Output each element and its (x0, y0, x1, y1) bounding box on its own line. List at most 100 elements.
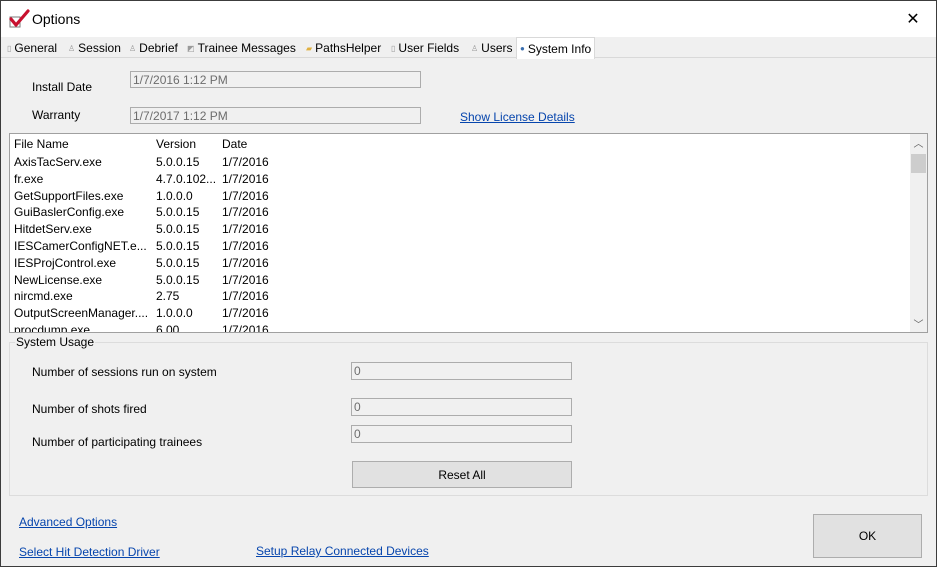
date-cell: 1/7/2016 (222, 205, 269, 220)
version-cell: 2.75 (156, 289, 180, 304)
users-tab-icon: ♙ (471, 43, 479, 53)
trainees-field[interactable]: 0 (351, 425, 572, 443)
tab-user-fields[interactable]: ▯ User Fields (391, 39, 459, 57)
ok-button[interactable]: OK (813, 514, 922, 558)
tab-label: Trainee Messages (197, 41, 296, 55)
trainees-label: Number of participating trainees (32, 435, 203, 449)
tab-general[interactable]: ▯ General (7, 39, 57, 57)
tab-label: Users (481, 41, 513, 55)
file-name-cell: IESProjControl.exe (14, 255, 117, 270)
info-tab-icon: ● (520, 44, 525, 53)
date-cell: 1/7/2016 (222, 255, 269, 270)
table-row[interactable]: NewLicense.exe 5.0.0.15 1/7/2016 (10, 271, 910, 288)
file-name-cell: fr.exe (14, 171, 44, 186)
table-row[interactable]: GuiBaslerConfig.exe 5.0.0.15 1/7/2016 (10, 203, 910, 220)
file-name-cell: HitdetServ.exe (14, 222, 92, 237)
file-name-cell: GuiBaslerConfig.exe (14, 205, 125, 220)
file-name-cell: nircmd.exe (14, 289, 73, 304)
date-cell: 1/7/2016 (222, 272, 269, 287)
window-title: Options (32, 11, 81, 27)
show-license-details-link[interactable]: Show License Details (460, 110, 575, 124)
tab-label: General (14, 41, 58, 55)
folder-tab-icon: ▰ (306, 43, 313, 53)
vertical-scrollbar[interactable]: ︿ ﹀ (910, 134, 927, 332)
warranty-label: Warranty (32, 108, 81, 122)
date-cell: 1/7/2016 (222, 289, 269, 304)
column-header-file-name[interactable]: File Name (14, 137, 69, 151)
close-icon: ✕ (906, 11, 920, 28)
tab-label: Debrief (139, 41, 178, 55)
tab-label: PathsHelper (315, 41, 382, 55)
tab-system-info[interactable]: ● System Info (516, 37, 596, 59)
file-version-list[interactable]: File Name Version Date AxisTacServ.exe 5.… (9, 133, 928, 333)
file-name-cell: AxisTacServ.exe (14, 155, 102, 169)
file-name-cell: OutputScreenManager.... (14, 306, 149, 321)
tab-label: Session (78, 41, 121, 55)
advanced-options-link[interactable]: Advanced Options (19, 515, 117, 529)
tab-strip: ▯ General ♙ Session ♙ Debrief ◩ Trainee … (1, 37, 936, 59)
version-cell: 5.0.0.15 (156, 222, 200, 237)
table-row[interactable]: IESProjControl.exe 5.0.0.15 1/7/2016 (10, 254, 910, 271)
list-rows: AxisTacServ.exe 5.0.0.15 1/7/2016 fr.exe 4.7… (10, 153, 910, 333)
sessions-field[interactable]: 0 (351, 362, 572, 380)
version-cell: 5.0.0.15 (156, 205, 200, 220)
file-name-cell: IESCamerConfigNET.e... (14, 238, 147, 253)
warranty-field[interactable]: 1/7/2017 1:12 PM (130, 107, 421, 124)
date-cell: 1/7/2016 (222, 306, 269, 321)
scroll-down-icon[interactable]: ﹀ (910, 315, 927, 332)
install-date-field[interactable]: 1/7/2016 1:12 PM (130, 71, 421, 88)
shots-fired-field[interactable]: 0 (351, 398, 572, 416)
version-cell: 5.0.0.15 (156, 155, 200, 169)
file-name-cell: NewLicense.exe (14, 272, 103, 287)
table-row[interactable]: procdump.exe 6.00 1/7/2016 (10, 321, 910, 333)
user-fields-tab-icon: ▯ (391, 43, 396, 53)
reset-all-button[interactable]: Reset All (352, 461, 572, 488)
setup-relay-devices-link[interactable]: Setup Relay Connected Devices (256, 544, 429, 558)
tab-session[interactable]: ♙ Session (68, 39, 121, 57)
date-cell: 1/7/2016 (222, 238, 269, 253)
scroll-up-icon[interactable]: ︿ (910, 134, 927, 151)
file-name-cell: procdump.exe (14, 322, 91, 333)
messages-tab-icon: ◩ (187, 43, 195, 53)
install-date-label: Install Date (32, 80, 93, 94)
version-cell: 5.0.0.15 (156, 272, 200, 287)
system-usage-group: System Usage Number of sessions run on s… (9, 335, 928, 496)
table-row[interactable]: OutputScreenManager.... 1.0.0.0 1/7/2016 (10, 304, 910, 321)
version-cell: 4.7.0.102... (156, 171, 217, 186)
date-cell: 1/7/2016 (222, 222, 269, 237)
select-hit-detection-driver-link[interactable]: Select Hit Detection Driver (19, 545, 160, 559)
close-button[interactable]: ✕ (890, 1, 936, 37)
table-row[interactable]: nircmd.exe 2.75 1/7/2016 (10, 287, 910, 304)
tab-pathshelper[interactable]: ▰ PathsHelper (306, 39, 381, 57)
title-bar: Options ✕ (1, 1, 936, 37)
tab-label: System Info (527, 41, 592, 56)
version-cell: 1.0.0.0 (156, 306, 193, 321)
shots-fired-label: Number of shots fired (32, 402, 147, 416)
date-cell: 1/7/2016 (222, 322, 269, 333)
debrief-tab-icon: ♙ (129, 43, 137, 53)
table-row[interactable]: AxisTacServ.exe 5.0.0.15 1/7/2016 (10, 153, 910, 170)
system-info-page: Install Date 1/7/2016 1:12 PM Warranty 1… (1, 58, 936, 505)
table-row[interactable]: GetSupportFiles.exe 1.0.0.0 1/7/2016 (10, 187, 910, 204)
table-row[interactable]: fr.exe 4.7.0.102... 1/7/2016 (10, 170, 910, 187)
table-row[interactable]: HitdetServ.exe 5.0.0.15 1/7/2016 (10, 220, 910, 237)
table-row[interactable]: IESCamerConfigNET.e... 5.0.0.15 1/7/2016 (10, 237, 910, 254)
column-header-version[interactable]: Version (156, 137, 196, 151)
options-window: Options ✕ ▯ General ♙ Session ♙ Debrief … (0, 0, 937, 567)
tab-trainee-messages[interactable]: ◩ Trainee Messages (187, 39, 296, 57)
general-tab-icon: ▯ (7, 43, 12, 53)
version-cell: 5.0.0.15 (156, 255, 200, 270)
list-header: File Name Version Date (10, 134, 910, 152)
date-cell: 1/7/2016 (222, 155, 269, 169)
scroll-thumb[interactable] (911, 154, 926, 173)
tab-users[interactable]: ♙ Users (471, 39, 513, 57)
column-header-date[interactable]: Date (222, 137, 247, 151)
file-name-cell: GetSupportFiles.exe (14, 188, 124, 203)
dialog-footer: Advanced Options Select Hit Detection Dr… (1, 505, 936, 566)
session-tab-icon: ♙ (68, 43, 76, 53)
tab-debrief[interactable]: ♙ Debrief (129, 39, 178, 57)
checkmark-app-icon (8, 8, 30, 30)
tab-label: User Fields (398, 41, 460, 55)
date-cell: 1/7/2016 (222, 188, 269, 203)
version-cell: 5.0.0.15 (156, 238, 200, 253)
